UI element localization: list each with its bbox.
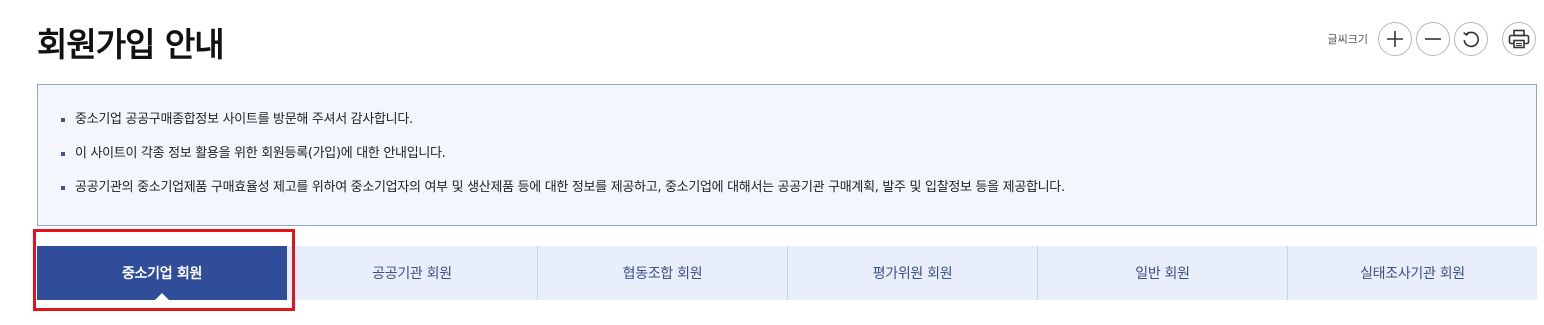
tab-survey-institution-member[interactable]: 실태조사기관 회원 [1287,246,1537,300]
tab-cooperative-member[interactable]: 협동조합 회원 [537,246,787,300]
font-decrease-button[interactable] [1416,22,1450,56]
print-button[interactable] [1502,22,1536,56]
info-item: 이 사이트이 각종 정보 활용을 위한 회원등록(가입)에 대한 안내입니다. [60,145,1536,162]
info-item: 중소기업 공공구매종합정보 사이트를 방문해 주셔서 감사합니다. [60,111,1536,128]
refresh-icon [1463,31,1479,48]
plus-icon [1387,31,1403,47]
font-size-label: 글씨크기 [1327,33,1368,46]
tab-sme-member[interactable]: 중소기업 회원 [37,246,287,300]
member-type-tabs: 중소기업 회원 공공기관 회원 협동조합 회원 평가위원 회원 일반 회원 실태… [37,246,1537,300]
tab-evaluator-member[interactable]: 평가위원 회원 [787,246,1037,300]
info-list: 중소기업 공공구매종합정보 사이트를 방문해 주셔서 감사합니다. 이 사이트이… [60,111,1536,196]
info-item: 공공기관의 중소기업제품 구매효율성 제고를 위하여 중소기업자의 여부 및 생… [60,179,1536,196]
font-size-controls: 글씨크기 [1328,22,1536,56]
minus-icon [1425,38,1441,40]
tab-public-institution-member[interactable]: 공공기관 회원 [287,246,537,300]
print-icon [1508,29,1530,49]
info-box: 중소기업 공공구매종합정보 사이트를 방문해 주셔서 감사합니다. 이 사이트이… [37,84,1537,226]
tab-general-member[interactable]: 일반 회원 [1037,246,1287,300]
font-reset-button[interactable] [1454,22,1488,56]
font-increase-button[interactable] [1378,22,1412,56]
page-title: 회원가입 안내 [37,25,225,64]
